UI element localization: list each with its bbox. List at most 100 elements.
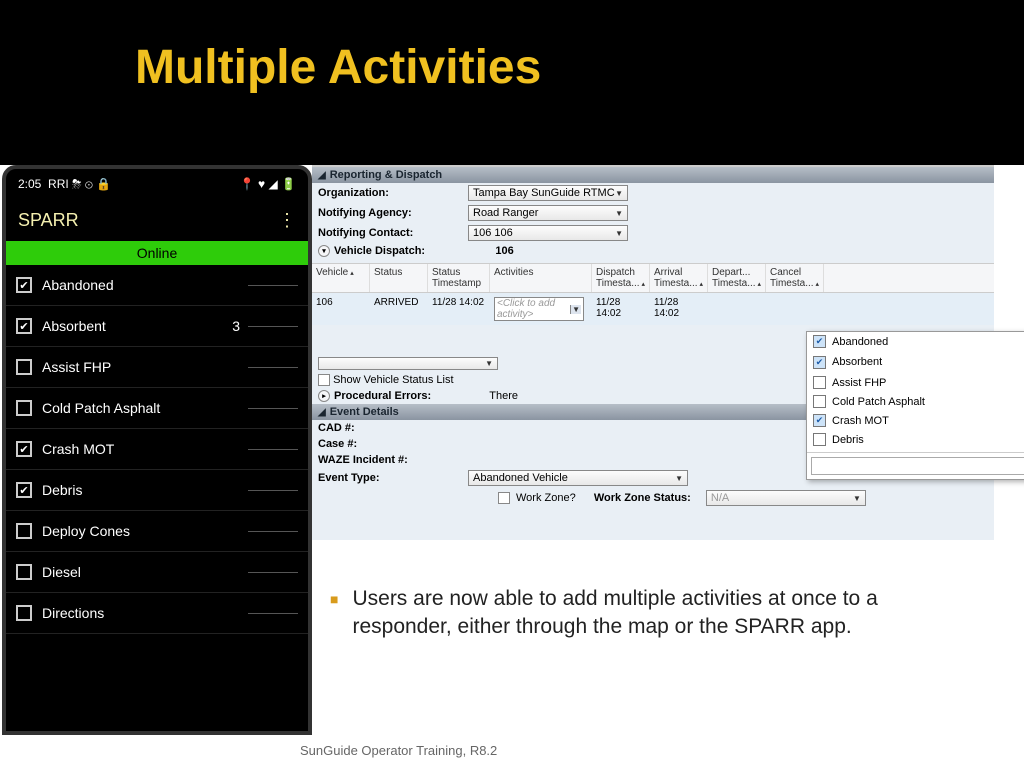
evtype-combo[interactable]: Abandoned Vehicle▼ (468, 470, 688, 486)
wzstatus-combo[interactable]: N/A▼ (706, 490, 866, 506)
org-combo[interactable]: Tampa Bay SunGuide RTMC▼ (468, 185, 628, 201)
online-banner: Online (6, 241, 308, 265)
checkbox-icon[interactable] (16, 318, 32, 334)
checkbox-icon[interactable] (16, 482, 32, 498)
checkbox-icon[interactable] (16, 523, 32, 539)
col-statusts[interactable]: Status Timestamp (428, 264, 490, 292)
case-label: Case #: (318, 438, 468, 450)
collapse-icon[interactable]: ▸ (318, 390, 330, 402)
show-list-label: Show Vehicle Status List (333, 374, 453, 386)
popup-item[interactable]: Crash MOT (807, 411, 1024, 430)
checkbox-icon[interactable] (813, 335, 826, 348)
phone-mockup: 2:05 RRI ⛈ ⊙ 🔒 📍 ♥ ◢ 🔋 SPARR ⋮ Online Ab… (2, 165, 312, 735)
popup-item[interactable]: Assist FHP (807, 373, 1024, 392)
app-name: SPARR (18, 210, 79, 231)
phone-time: 2:05 RRI ⛈ ⊙ 🔒 (18, 177, 111, 192)
workzone-checkbox[interactable] (498, 492, 510, 504)
agency-label: Notifying Agency: (318, 207, 468, 219)
slide-footer: SunGuide Operator Training, R8.2 (300, 743, 497, 758)
dispatch-value: 106 (495, 245, 513, 257)
cad-label: CAD #: (318, 422, 468, 434)
popup-item-label: Crash MOT (832, 415, 889, 427)
popup-filter-input[interactable] (811, 457, 1024, 475)
col-activities[interactable]: Activities (490, 264, 592, 292)
dispatch-grid: Vehicle▴ Status Status Timestamp Activit… (312, 263, 994, 325)
checkbox-icon[interactable] (813, 376, 826, 389)
list-item[interactable]: Abandoned (6, 265, 308, 306)
activities-popup: Abandoned Absorbent3 Assist FHP Cold Patch … (806, 331, 1024, 480)
checkbox-icon[interactable] (813, 356, 826, 369)
list-item[interactable]: Crash MOT (6, 429, 308, 470)
popup-item-label: Abandoned (832, 336, 888, 348)
col-dispatch[interactable]: Dispatch Timesta...▴ (592, 264, 650, 292)
phone-menu-icon[interactable]: ⋮ (278, 210, 296, 231)
checkbox-icon[interactable] (813, 414, 826, 427)
cell-arrival: 11/28 14:02 (650, 293, 708, 325)
contact-combo[interactable]: 106 106▼ (468, 225, 628, 241)
checkbox-icon[interactable] (813, 433, 826, 446)
list-item[interactable]: Assist FHP (6, 347, 308, 388)
item-label: Abandoned (42, 277, 248, 293)
item-label: Directions (42, 605, 248, 621)
cell-statusts: 11/28 14:02 (428, 293, 490, 325)
phone-status-icons: 📍 ♥ ◢ 🔋 (240, 177, 296, 192)
checkbox-icon[interactable] (16, 441, 32, 457)
item-label: Debris (42, 482, 248, 498)
list-item[interactable]: Deploy Cones (6, 511, 308, 552)
list-item[interactable]: Directions (6, 593, 308, 634)
item-label: Absorbent (42, 318, 232, 334)
blank-combo[interactable]: ▼ (318, 357, 498, 370)
checkbox-icon[interactable] (16, 277, 32, 293)
show-list-checkbox[interactable] (318, 374, 330, 386)
workzone-label: Work Zone? (516, 492, 576, 504)
cell-vehicle: 106 (312, 293, 370, 325)
table-row[interactable]: 106 ARRIVED 11/28 14:02 <Click to add ac… (312, 293, 994, 325)
popup-item-label: Debris (832, 434, 864, 446)
col-arrival[interactable]: Arrival Timesta...▴ (650, 264, 708, 292)
col-cancel[interactable]: Cancel Timesta...▴ (766, 264, 824, 292)
section-reporting: ◢Reporting & Dispatch (312, 167, 994, 183)
list-item[interactable]: Cold Patch Asphalt (6, 388, 308, 429)
col-vehicle[interactable]: Vehicle▴ (312, 264, 370, 292)
dispatch-label: Vehicle Dispatch: (334, 245, 425, 257)
popup-item[interactable]: Cold Patch Asphalt (807, 392, 1024, 411)
proc-err-value: There (489, 390, 518, 402)
checkbox-icon[interactable] (16, 359, 32, 375)
item-label: Crash MOT (42, 441, 248, 457)
col-status[interactable]: Status (370, 264, 428, 292)
popup-item-label: Assist FHP (832, 377, 886, 389)
checkbox-icon[interactable] (16, 400, 32, 416)
item-label: Diesel (42, 564, 248, 580)
col-depart[interactable]: Depart... Timesta...▴ (708, 264, 766, 292)
bullet-icon: ■ (330, 591, 338, 642)
evtype-label: Event Type: (318, 472, 468, 484)
checkbox-icon[interactable] (16, 564, 32, 580)
item-label: Assist FHP (42, 359, 248, 375)
popup-item[interactable]: Abandoned (807, 332, 1024, 351)
waze-label: WAZE Incident #: (318, 454, 468, 466)
list-item[interactable]: Absorbent3 (6, 306, 308, 347)
checkbox-icon[interactable] (16, 605, 32, 621)
popup-item[interactable]: Debris (807, 430, 1024, 449)
cell-status: ARRIVED (370, 293, 428, 325)
proc-err-label: Procedural Errors: (334, 390, 431, 402)
collapse-icon[interactable]: ▾ (318, 245, 330, 257)
cell-dispatch: 11/28 14:02 (592, 293, 650, 325)
popup-item[interactable]: Absorbent3 (807, 351, 1024, 373)
item-label: Deploy Cones (42, 523, 248, 539)
bullet-text: Users are now able to add multiple activ… (352, 585, 964, 642)
org-label: Organization: (318, 187, 468, 199)
popup-item-label: Absorbent (832, 356, 882, 368)
list-item[interactable]: Diesel (6, 552, 308, 593)
wzstatus-label: Work Zone Status: (594, 492, 691, 504)
item-count: 3 (232, 318, 240, 334)
item-label: Cold Patch Asphalt (42, 400, 248, 416)
agency-combo[interactable]: Road Ranger▼ (468, 205, 628, 221)
desktop-panel: ◢Reporting & Dispatch Organization:Tampa… (312, 165, 994, 540)
checkbox-icon[interactable] (813, 395, 826, 408)
list-item[interactable]: Debris (6, 470, 308, 511)
popup-item-label: Cold Patch Asphalt (832, 396, 925, 408)
activity-dropdown[interactable]: <Click to add activity>▼ (494, 297, 584, 321)
slide-title: Multiple Activities (135, 40, 1024, 95)
contact-label: Notifying Contact: (318, 227, 468, 239)
